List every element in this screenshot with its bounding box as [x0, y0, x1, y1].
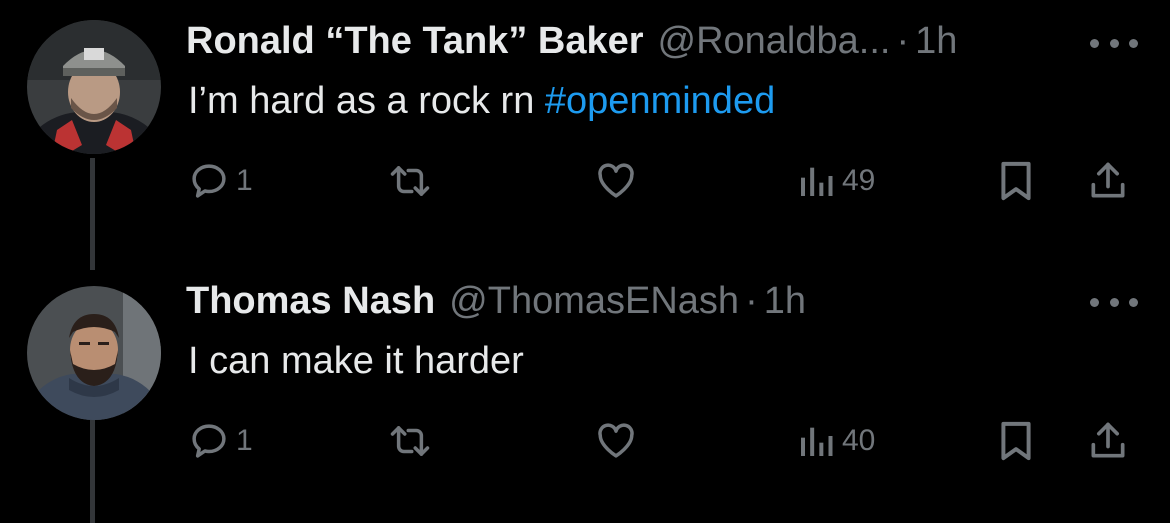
- action-bar: 1 40: [0, 416, 1170, 466]
- share-icon: [1091, 422, 1125, 458]
- tweet-text-plain: I can make it harder: [188, 340, 524, 382]
- like-button[interactable]: [594, 416, 638, 466]
- display-name[interactable]: Thomas Nash: [186, 280, 435, 323]
- like-button[interactable]: [594, 156, 638, 206]
- retweet-button[interactable]: [386, 156, 434, 206]
- bookmark-button[interactable]: [998, 156, 1034, 206]
- bookmark-icon: [1001, 161, 1031, 201]
- views-button[interactable]: 40: [796, 416, 875, 466]
- reply-icon: [192, 164, 226, 198]
- separator: ·: [745, 280, 758, 322]
- tweet-header: Ronald “The Tank” Baker @Ronaldba... · 1…: [186, 20, 957, 70]
- reply-icon: [192, 424, 226, 458]
- share-button[interactable]: [1086, 156, 1130, 206]
- user-handle[interactable]: @ThomasENash: [449, 280, 739, 323]
- timestamp[interactable]: 1h: [764, 280, 806, 323]
- reply-count: 1: [236, 424, 253, 457]
- reply-count: 1: [236, 164, 253, 197]
- share-button[interactable]: [1086, 416, 1130, 466]
- retweet-button[interactable]: [386, 416, 434, 466]
- hashtag-link[interactable]: #openminded: [545, 80, 775, 122]
- bookmark-icon: [1001, 421, 1031, 461]
- reply-button[interactable]: 1: [188, 156, 253, 206]
- more-dots-icon[interactable]: [1090, 28, 1138, 58]
- share-icon: [1091, 162, 1125, 198]
- tweet-text-plain: I’m hard as a rock rn: [188, 80, 545, 122]
- bookmark-button[interactable]: [998, 416, 1034, 466]
- action-bar: 1 49: [0, 156, 1170, 206]
- analytics-icon: [801, 427, 833, 456]
- more-dots-icon[interactable]: [1090, 287, 1138, 317]
- avatar[interactable]: [27, 286, 161, 420]
- retweet-icon: [390, 426, 430, 456]
- view-count: 49: [842, 164, 876, 197]
- views-button[interactable]: 49: [796, 156, 875, 206]
- avatar-image: [27, 286, 161, 420]
- heart-icon: [598, 423, 634, 458]
- tweet[interactable]: Thomas Nash @ThomasENash · 1h I can make…: [0, 270, 1170, 523]
- timestamp[interactable]: 1h: [915, 20, 957, 63]
- analytics-icon: [801, 167, 833, 196]
- view-count: 40: [842, 424, 876, 457]
- tweet-header: Thomas Nash @ThomasENash · 1h: [186, 280, 806, 330]
- tweet[interactable]: Ronald “The Tank” Baker @Ronaldba... · 1…: [0, 0, 1170, 270]
- display-name[interactable]: Ronald “The Tank” Baker: [186, 20, 644, 63]
- separator: ·: [896, 20, 910, 62]
- avatar-image: [27, 20, 161, 154]
- avatar[interactable]: [27, 20, 161, 154]
- heart-icon: [598, 163, 634, 198]
- retweet-icon: [390, 166, 430, 196]
- tweet-text: I’m hard as a rock rn #openminded: [188, 80, 775, 123]
- user-handle[interactable]: @Ronaldba...: [658, 20, 891, 63]
- reply-button[interactable]: 1: [188, 416, 253, 466]
- tweet-text: I can make it harder: [188, 340, 524, 383]
